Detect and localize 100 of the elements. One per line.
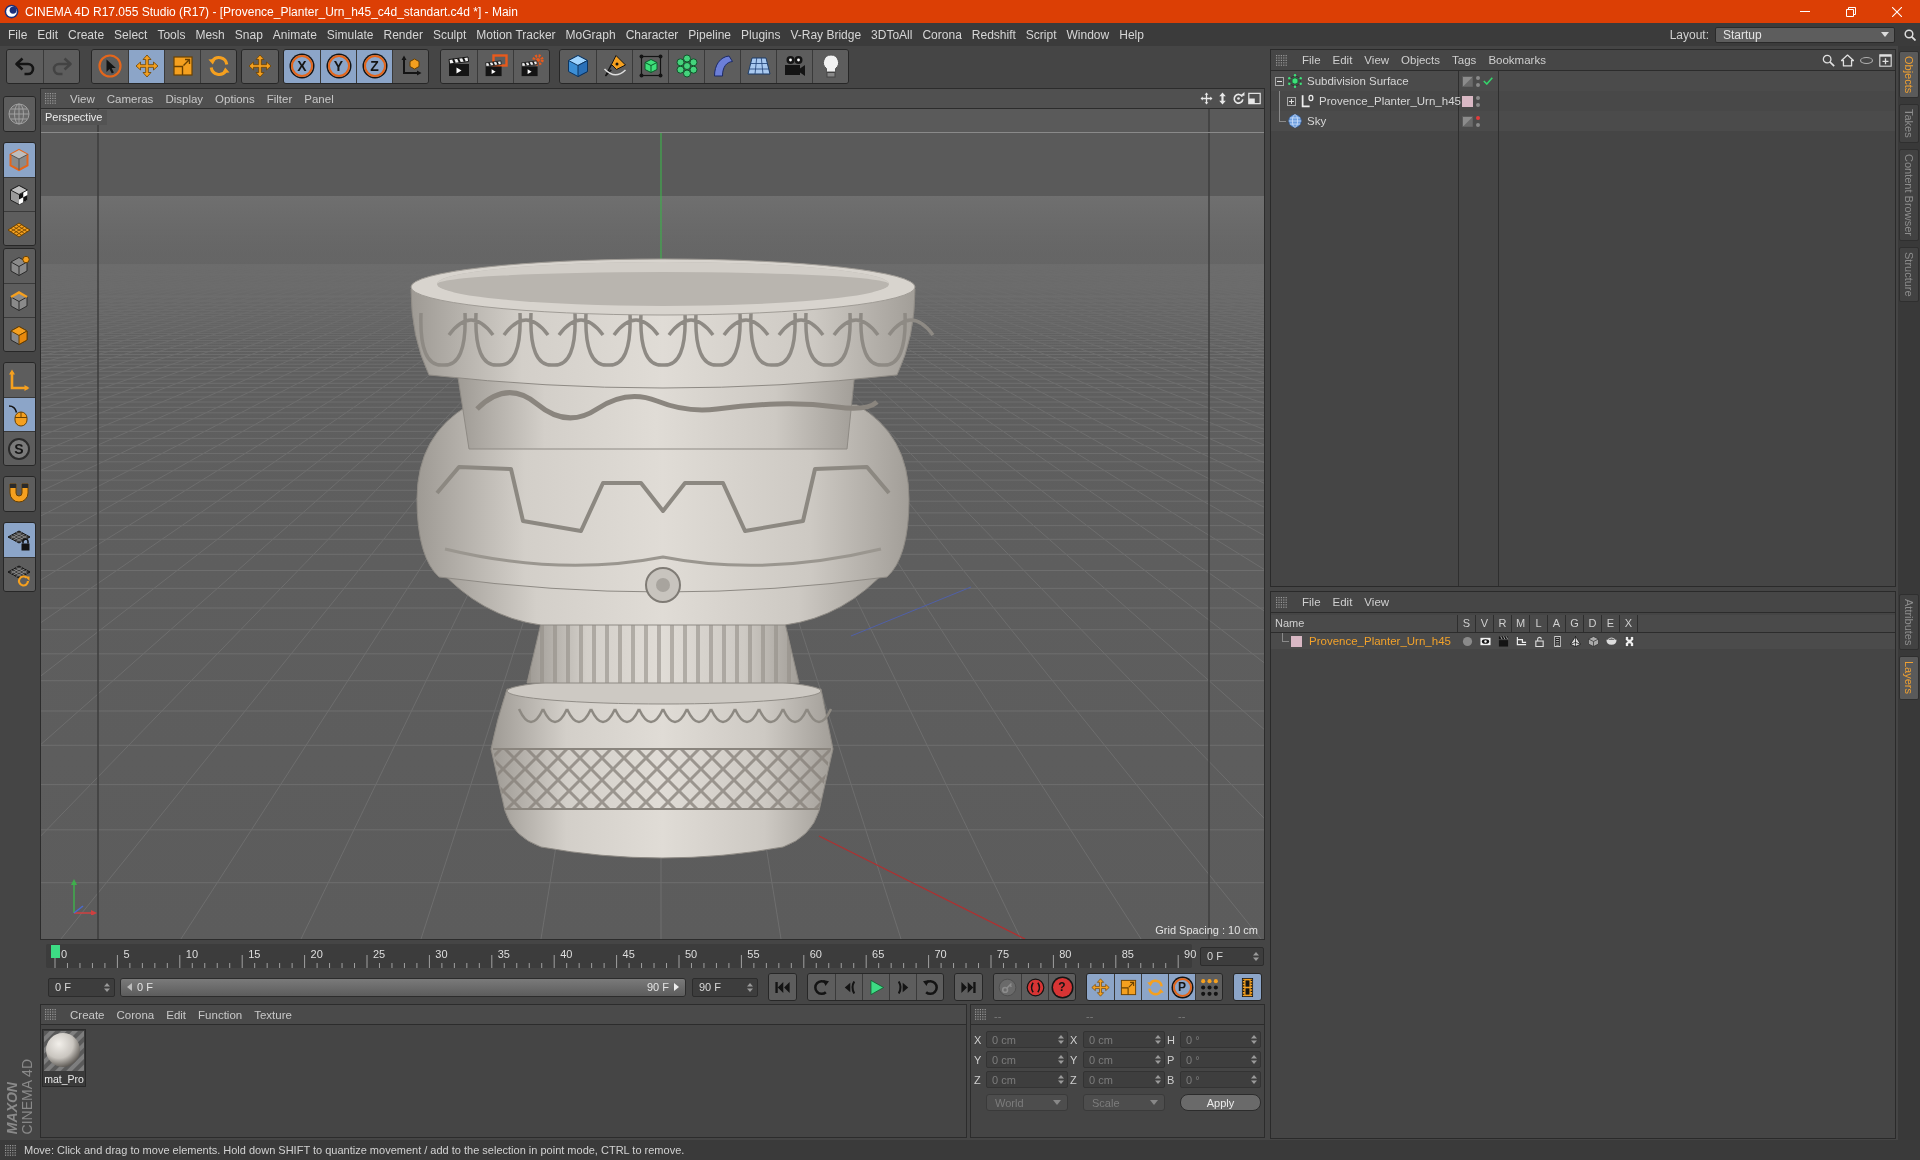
side-tab[interactable]: Structure [1899, 247, 1919, 302]
column-header[interactable]: R [1494, 615, 1512, 632]
menu-item[interactable]: Edit [1326, 596, 1359, 608]
move-arrows-icon[interactable] [248, 54, 272, 78]
menu-item[interactable]: View [1358, 596, 1396, 608]
menu-item[interactable]: Create [63, 27, 110, 42]
cup-icon[interactable] [1605, 635, 1617, 647]
dot-icon[interactable] [1476, 75, 1480, 80]
clapperboard-gear-icon[interactable] [519, 54, 544, 78]
grip-icon[interactable] [1276, 596, 1287, 608]
menu-item[interactable]: Cameras [100, 92, 160, 105]
menu-item[interactable]: Snap [229, 27, 268, 42]
pen-button[interactable] [596, 49, 632, 83]
move-tool-button[interactable] [128, 49, 164, 83]
side-tab[interactable]: Objects [1899, 51, 1919, 99]
column-header[interactable]: X [1620, 615, 1638, 632]
menu-item[interactable]: Animate [267, 27, 322, 42]
column-header[interactable]: Name [1271, 615, 1458, 632]
frame-range-slider[interactable]: 0 F 90 F [121, 978, 685, 996]
home-icon[interactable] [1841, 53, 1854, 67]
dot-icon[interactable] [1476, 82, 1480, 87]
x-axis-button[interactable]: X [284, 49, 320, 83]
select-tool-button[interactable] [92, 49, 128, 83]
side-tab[interactable]: Attributes [1899, 594, 1919, 651]
spinner-icon[interactable] [747, 982, 753, 992]
end-frame-field[interactable]: 90 F [692, 977, 758, 997]
menu-item[interactable]: Character [620, 27, 684, 42]
menu-item[interactable]: Tags [1446, 54, 1483, 66]
dot-icon[interactable] [1476, 95, 1480, 100]
menu-item[interactable]: File [3, 27, 33, 42]
column-header[interactable]: D [1584, 615, 1602, 632]
side-tab[interactable]: Takes [1899, 104, 1919, 144]
menu-item[interactable]: Options [209, 92, 261, 105]
clapperboard-icon[interactable] [483, 54, 508, 78]
cube-icon[interactable] [1587, 635, 1599, 647]
object-row[interactable]: Subdivision Surface [1271, 71, 1895, 91]
parameter-key-button[interactable]: P [1168, 974, 1195, 1000]
menu-item[interactable]: Simulate [321, 27, 379, 42]
menu-item[interactable]: V-Ray Bridge [785, 27, 867, 42]
column-header[interactable]: S [1458, 615, 1476, 632]
padlock-icon[interactable] [1533, 635, 1545, 647]
bend-deformer-button[interactable] [704, 49, 740, 83]
plus-box-icon[interactable] [1287, 96, 1296, 106]
cursor-icon[interactable] [98, 54, 122, 78]
layer-row[interactable]: Provence_Planter_Urn_h45 [1271, 633, 1895, 649]
left-arrow-icon[interactable] [127, 983, 132, 991]
move-arrows-icon[interactable] [134, 54, 159, 78]
grip-icon[interactable] [45, 93, 56, 104]
viewport[interactable]: Perspective Grid Spacing : 10 cm [40, 108, 1265, 940]
color-swatch-icon[interactable] [1291, 635, 1302, 647]
dot-icon[interactable] [1461, 635, 1473, 647]
menu-item[interactable]: Motion Tracker [471, 27, 561, 42]
column-header[interactable]: L [1530, 615, 1548, 632]
dot-icon[interactable] [1476, 122, 1480, 127]
search-icon[interactable] [1822, 53, 1835, 67]
menu-item[interactable]: Bookmarks [1482, 54, 1552, 66]
side-tab[interactable]: Layers [1899, 656, 1919, 700]
cube-button[interactable] [560, 49, 596, 83]
flower-icon[interactable] [674, 54, 699, 78]
slashed-square-icon[interactable] [1462, 115, 1473, 127]
grip-icon[interactable] [5, 1144, 16, 1156]
subdivision-surface-button[interactable] [632, 49, 668, 83]
caret-icon[interactable] [1881, 32, 1889, 37]
menu-item[interactable]: Window [1061, 27, 1115, 42]
scale-tool-button[interactable] [164, 49, 200, 83]
four-arrows-icon[interactable] [1200, 92, 1213, 105]
column-header[interactable]: G [1566, 615, 1584, 632]
menu-item[interactable]: File [1296, 596, 1327, 608]
coordinate-system-button[interactable] [392, 49, 428, 83]
menu-item[interactable]: Script [1020, 27, 1062, 42]
menu-item[interactable]: File [1296, 54, 1327, 66]
menu-item[interactable]: Texture [248, 1008, 298, 1021]
keyframe-selection-button[interactable]: ? [1048, 974, 1075, 1000]
floor-button[interactable] [740, 49, 776, 83]
menu-item[interactable]: Objects [1395, 54, 1447, 66]
dot-icon[interactable] [1476, 115, 1480, 120]
menu-item[interactable]: Mesh [190, 27, 230, 42]
slashed-square-icon[interactable] [1462, 75, 1473, 87]
clapperboard-icon[interactable] [447, 54, 471, 78]
menu-item[interactable]: Create [64, 1008, 111, 1021]
cube-in-cage-icon[interactable] [638, 54, 663, 78]
menu-item[interactable]: Function [192, 1008, 249, 1021]
rotate-icon[interactable] [206, 54, 231, 78]
column-header[interactable]: E [1602, 615, 1620, 632]
menu-item[interactable]: Corona [917, 27, 967, 42]
menu-item[interactable]: Display [159, 92, 210, 105]
menu-item[interactable]: Edit [1326, 54, 1359, 66]
minus-box-icon[interactable] [1275, 76, 1284, 86]
knot-icon[interactable] [1623, 635, 1635, 647]
menu-item[interactable]: Corona [110, 1008, 161, 1021]
camera-icon[interactable] [782, 54, 807, 78]
menu-item[interactable]: Select [109, 27, 153, 42]
menu-item[interactable]: Render [378, 27, 428, 42]
current-frame-field[interactable]: 0 F [1200, 946, 1264, 966]
render-to-picture-viewer-button[interactable] [477, 49, 513, 83]
rotate-icon[interactable] [1232, 92, 1245, 105]
grid-plane-icon[interactable] [746, 54, 771, 78]
color-swatch-icon[interactable] [1462, 95, 1473, 107]
hierarchy-icon[interactable] [1515, 635, 1527, 647]
pen-nib-icon[interactable] [602, 54, 627, 78]
